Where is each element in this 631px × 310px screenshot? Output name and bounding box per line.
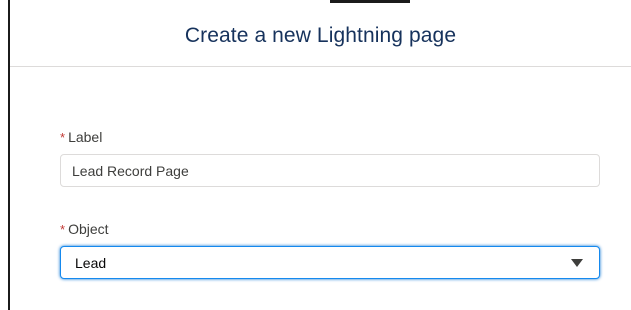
dialog-body: * Label Lead Record Page * Object Lead	[10, 67, 631, 310]
object-select-value: Lead	[75, 254, 107, 271]
dialog-header: Create a new Lightning page	[10, 6, 631, 67]
label-field-label-text: Label	[68, 129, 103, 145]
label-input[interactable]: Lead Record Page	[60, 154, 600, 187]
required-indicator: *	[60, 130, 66, 145]
new-lightning-page-dialog: Create a new Lightning page * Label Lead …	[8, 0, 631, 310]
dialog-title: Create a new Lightning page	[184, 24, 457, 47]
label-input-value: Lead Record Page	[72, 162, 189, 179]
chevron-down-icon[interactable]	[571, 259, 583, 267]
required-indicator: *	[60, 222, 66, 237]
object-select[interactable]: Lead	[60, 246, 600, 279]
top-edge-mark	[330, 0, 410, 3]
object-field-label-text: Object	[68, 221, 109, 237]
label-field-label: * Label	[60, 129, 102, 145]
object-field-label: * Object	[60, 221, 109, 237]
